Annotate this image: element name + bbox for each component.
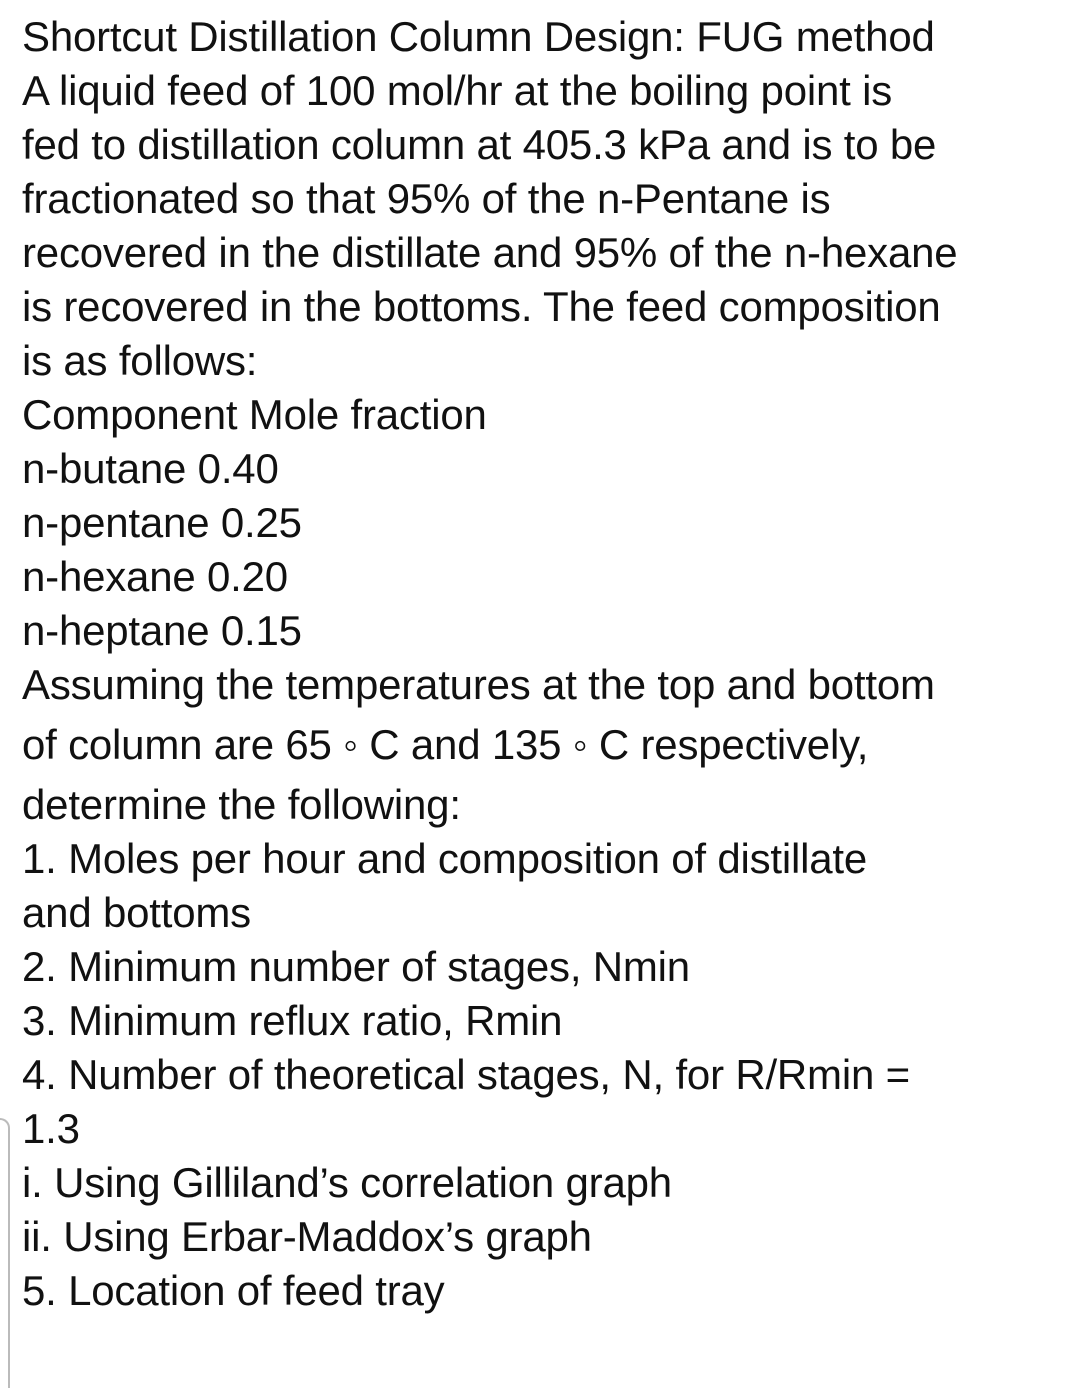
problem-document: Shortcut Distillation Column Design: FUG… <box>22 10 1072 1318</box>
assumption-line: Assuming the temperatures at the top and… <box>22 661 935 708</box>
task-item: and bottoms <box>22 889 251 936</box>
intro-line: recovered in the distillate and 95% of t… <box>22 229 958 276</box>
task-item: 5. Location of feed tray <box>22 1267 445 1314</box>
intro-line: A liquid feed of 100 mol/hr at the boili… <box>22 67 893 114</box>
task-item: 4. Number of theoretical stages, N, for … <box>22 1051 910 1098</box>
component-row-n-butane: n-butane 0.40 <box>22 445 279 492</box>
task-subitem: i. Using Gilliland’s correlation graph <box>22 1159 672 1206</box>
component-row-n-heptane: n-heptane 0.15 <box>22 607 302 654</box>
task-item: 1. Moles per hour and composition of dis… <box>22 835 868 882</box>
component-row-n-hexane: n-hexane 0.20 <box>22 553 288 600</box>
intro-line: fractionated so that 95% of the n-Pentan… <box>22 175 831 222</box>
assumption-line: determine the following: <box>22 781 461 828</box>
task-item: 3. Minimum reflux ratio, Rmin <box>22 997 563 1044</box>
assumption-line: of column are 65 ◦ C and 135 ◦ C respect… <box>22 721 869 768</box>
document-title: Shortcut Distillation Column Design: FUG… <box>22 13 935 60</box>
task-subitem: ii. Using Erbar-Maddox’s graph <box>22 1213 592 1260</box>
intro-line: is as follows: <box>22 337 258 384</box>
intro-line: is recovered in the bottoms. The feed co… <box>22 283 941 330</box>
composition-table-header: Component Mole fraction <box>22 391 487 438</box>
task-item: 1.3 <box>22 1105 80 1152</box>
text-selection-bracket <box>0 1118 10 1388</box>
task-item: 2. Minimum number of stages, Nmin <box>22 943 690 990</box>
intro-line: fed to distillation column at 405.3 kPa … <box>22 121 937 168</box>
component-row-n-pentane: n-pentane 0.25 <box>22 499 302 546</box>
